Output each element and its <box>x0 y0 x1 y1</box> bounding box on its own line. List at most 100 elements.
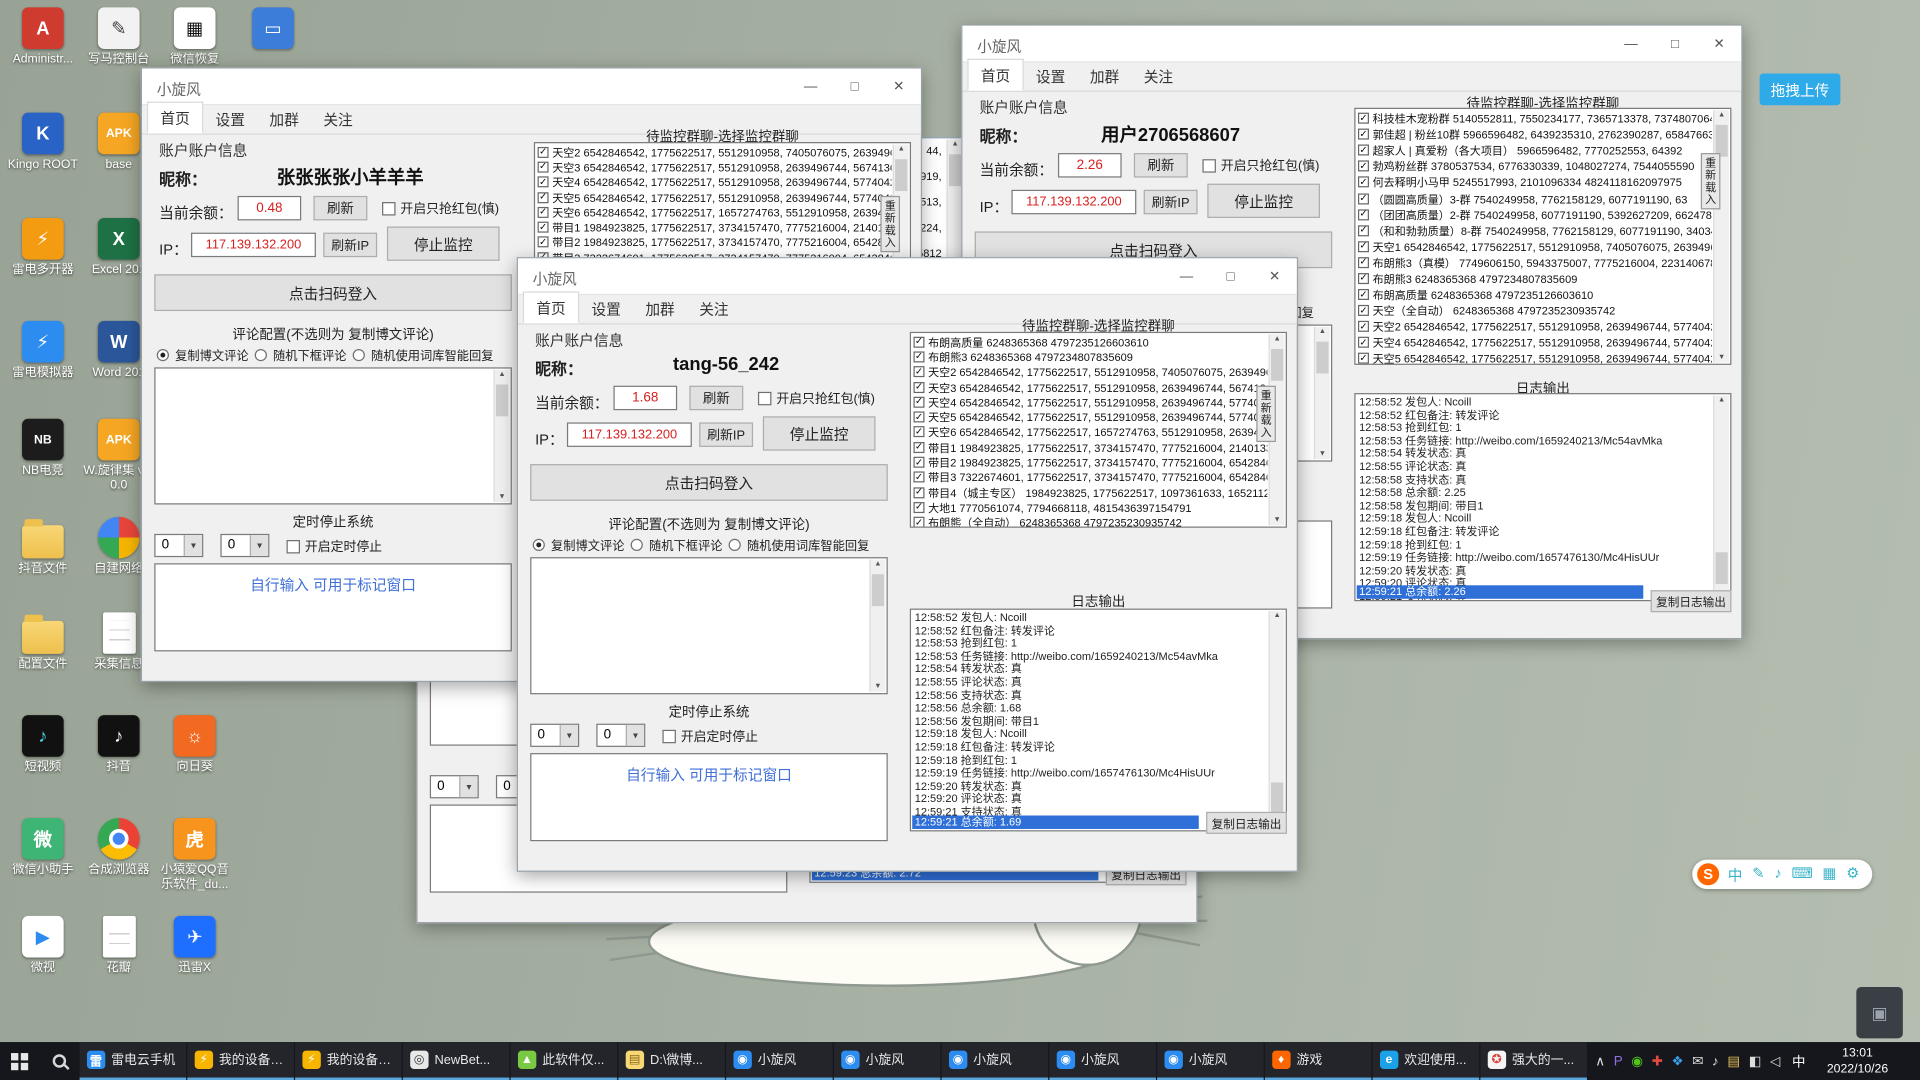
chevron-down-icon[interactable]: ▾ <box>559 724 578 746</box>
scrollbar[interactable]: ▲ ▼ <box>1313 326 1330 460</box>
group-row[interactable]: ✓ 带目2 1984923825, 1775622517, 3734157470… <box>537 235 891 250</box>
tab[interactable]: 首页 <box>967 58 1024 91</box>
checkbox-checked[interactable]: ✓ <box>1357 128 1369 140</box>
tray-icon-6[interactable]: ✉ <box>1692 1053 1703 1069</box>
chevron-down-icon[interactable]: ▾ <box>459 776 478 798</box>
group-row[interactable]: ✓ 布朗高质量 6248365368 4797235126603610 <box>913 334 1267 349</box>
taskbar-app-12[interactable]: ♦ 游戏 <box>1264 1042 1372 1080</box>
checkbox-checked[interactable]: ✓ <box>913 336 925 348</box>
group-row[interactable]: ✓ 布朗熊（全自动） 6248365368 4797235230935742 <box>913 515 1267 527</box>
comment-textarea[interactable]: ▲ ▼ <box>154 367 512 505</box>
scroll-down-icon[interactable]: ▼ <box>1270 517 1285 524</box>
close-button[interactable]: ✕ <box>1253 258 1297 294</box>
radio-unselected[interactable] <box>728 538 741 551</box>
copy-log-button[interactable]: 复制日志输出 <box>1206 811 1287 834</box>
checkbox-checked[interactable]: ✓ <box>537 206 549 218</box>
ime-toolbar[interactable]: S 中 ✎ ♪ ⌨ ▦ ⚙ <box>1692 859 1872 889</box>
group-row[interactable]: ✓ 天空2 6542846542, 1775622517, 5512910958… <box>537 144 891 159</box>
clock[interactable]: 13:01 2022/10/26 <box>1817 1045 1898 1077</box>
reload-groups-button[interactable]: 重新载入 <box>1256 385 1276 443</box>
tab[interactable]: 加群 <box>257 104 311 133</box>
reload-groups-button[interactable]: 重新载入 <box>1700 153 1721 210</box>
desktop-icon-19[interactable]: ♪ 抖音 <box>83 715 154 774</box>
tray-icon-7[interactable]: ♪ <box>1712 1054 1719 1069</box>
tab[interactable]: 首页 <box>146 101 204 134</box>
checkbox-checked[interactable]: ✓ <box>1357 176 1369 188</box>
desktop-icon-21[interactable]: 微微信小助手 <box>7 817 78 877</box>
window-note-input[interactable]: 自行输入 可用于标记窗口 <box>154 563 512 652</box>
taskbar-app-13[interactable]: e 欢迎使用... <box>1372 1042 1479 1080</box>
refresh-ip-button[interactable]: 刷新IP <box>323 232 378 258</box>
tab[interactable]: 关注 <box>687 294 741 323</box>
scan-login-button[interactable]: 点击扫码登入 <box>154 274 512 312</box>
maximize-button[interactable]: □ <box>833 69 877 105</box>
checkbox-checked[interactable]: ✓ <box>1357 224 1369 236</box>
scroll-thumb[interactable] <box>1715 552 1728 585</box>
redpacket-only-option[interactable]: 开启只抢红包(慎) <box>757 389 875 407</box>
checkbox-checked[interactable]: ✓ <box>537 191 549 203</box>
checkbox-unchecked[interactable] <box>757 391 772 406</box>
group-list[interactable]: ▲ ▼ ✓ 布朗高质量 6248365368 4797235126603610 … <box>909 331 1287 528</box>
scroll-up-icon[interactable]: ▲ <box>495 371 510 378</box>
group-row[interactable]: ✓ 布朗高质量 6248365368 4797235126603610 <box>1357 287 1712 303</box>
scrollbar[interactable]: ▲ ▼ <box>1268 611 1285 829</box>
ip-field[interactable]: 117.139.132.200 <box>1011 189 1137 215</box>
tray-icon-4[interactable]: ✚ <box>1652 1053 1663 1069</box>
taskbar-app-11[interactable]: ◉ 小旋风 <box>1156 1042 1264 1080</box>
scroll-down-icon[interactable]: ▼ <box>1714 354 1729 361</box>
group-row[interactable]: ✓ 布朗熊3 6248365368 4797234807835609 <box>913 349 1267 364</box>
group-row[interactable]: ✓ 天空5 6542846542, 1775622517, 5512910958… <box>1357 351 1712 364</box>
desktop-icon-25[interactable]: 花瓣 <box>83 915 154 975</box>
window-titlebar[interactable]: 小旋风 — □ ✕ <box>142 68 921 106</box>
scroll-down-icon[interactable]: ▼ <box>1315 451 1330 458</box>
ime-tool-icon-3[interactable]: ♪ <box>1774 864 1781 885</box>
taskbar-app-4[interactable]: ◎ NewBet... <box>402 1042 510 1080</box>
radio-selected[interactable] <box>532 538 545 551</box>
app-window-w3[interactable]: 小旋风 — □ ✕ 首页 设置 加群 关注 账户账户信息 昵称： tang-56_24… <box>516 257 1298 872</box>
window-titlebar[interactable]: 小旋风 — □ ✕ <box>517 258 1297 296</box>
scroll-thumb[interactable] <box>495 384 509 417</box>
checkbox-checked[interactable]: ✓ <box>913 501 925 513</box>
close-button[interactable]: ✕ <box>877 69 921 105</box>
checkbox-checked[interactable]: ✓ <box>913 366 925 378</box>
checkbox-unchecked[interactable] <box>382 202 396 216</box>
group-row[interactable]: ✓ 何去释明小马甲 5245517993, 2101096334 4824118… <box>1357 174 1712 190</box>
log-selected-row[interactable]: 12:59:21 总余额: 1.69 <box>912 815 1199 829</box>
ime-tool-icon-5[interactable]: ▦ <box>1823 864 1837 885</box>
stop-monitor-button[interactable]: 停止监控 <box>1207 183 1320 218</box>
group-row[interactable]: ✓ 天空3 6542846542, 1775622517, 5512910958… <box>913 379 1267 394</box>
checkbox-checked[interactable]: ✓ <box>537 176 549 188</box>
group-row[interactable]: ✓ 带目2 1984923825, 1775622517, 3734157470… <box>913 455 1267 470</box>
taskbar-app-6[interactable]: ▤ D:\微博... <box>618 1042 725 1080</box>
maximize-button[interactable]: □ <box>1653 26 1697 62</box>
redpacket-only-option[interactable]: 开启只抢红包(慎) <box>382 200 499 218</box>
taskbar-app-9[interactable]: ◉ 小旋风 <box>941 1042 1048 1080</box>
chevron-down-icon[interactable]: ▾ <box>625 724 645 746</box>
checkbox-checked[interactable]: ✓ <box>1357 240 1369 252</box>
timer-minute-select[interactable]: 0 ▾ <box>596 723 646 747</box>
checkbox-checked[interactable]: ✓ <box>1357 273 1369 285</box>
scroll-thumb[interactable] <box>948 154 962 187</box>
group-row[interactable]: ✓ 郭佳超 | 粉丝10群 5966596482, 6439235310, 27… <box>1357 126 1712 142</box>
group-row[interactable]: ✓ 勃鸡粉丝群 3780537534, 6776330339, 10480272… <box>1357 158 1712 174</box>
desktop-icon-7[interactable]: ⚡ 雷电多开器 <box>7 217 78 277</box>
checkbox-unchecked[interactable] <box>662 729 676 744</box>
reload-groups-button[interactable]: 重新载入 <box>880 195 900 253</box>
chevron-down-icon[interactable]: ▾ <box>249 535 269 556</box>
group-row[interactable]: ✓ 天空4 6542846542, 1775622517, 5512910958… <box>1357 335 1712 351</box>
group-row[interactable]: ✓ 超家人 | 真爱粉（各大项目） 5966596482, 7770252553… <box>1357 142 1712 158</box>
search-button[interactable] <box>40 1042 80 1080</box>
taskbar-app-5[interactable]: ▲ 此软件仅... <box>510 1042 617 1080</box>
radio-unselected[interactable] <box>254 348 267 361</box>
tab[interactable]: 首页 <box>522 291 580 324</box>
group-row[interactable]: ✓ 带目1 1984923825, 1775622517, 3734157470… <box>913 440 1267 455</box>
desktop-icon-15[interactable]: 配置文件 <box>7 612 78 671</box>
group-row[interactable]: ✓ 布朗熊3（真模） 7749606150, 5943375007, 77752… <box>1357 255 1712 271</box>
ime-tool-icon-2[interactable]: ✎ <box>1752 864 1764 885</box>
checkbox-checked[interactable]: ✓ <box>913 411 925 423</box>
tray-icon-2[interactable]: P <box>1614 1054 1623 1069</box>
stop-monitor-button[interactable]: 停止监控 <box>762 416 876 451</box>
taskbar-app-10[interactable]: ◉ 小旋风 <box>1049 1042 1156 1080</box>
tray-icon-1[interactable]: ∧ <box>1595 1053 1605 1069</box>
group-row[interactable]: ✓ 大地1 7770561074, 7794668118, 4815436397… <box>913 500 1267 515</box>
